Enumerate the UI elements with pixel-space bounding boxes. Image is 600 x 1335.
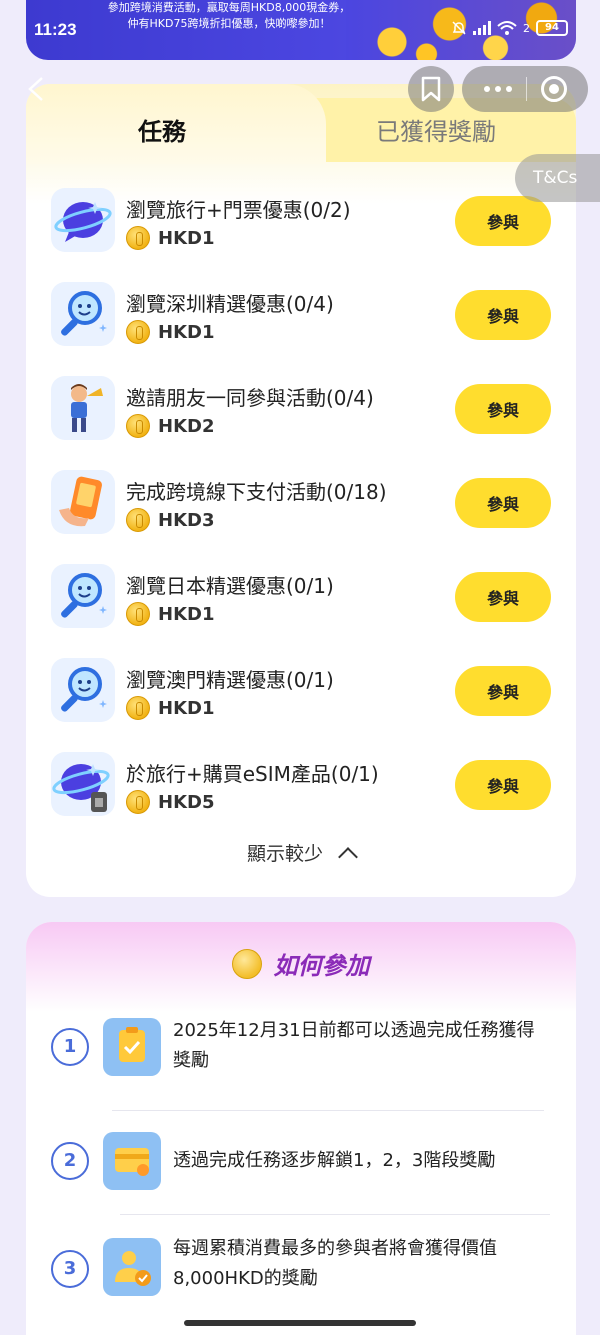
- clipboard-check-icon: [103, 1018, 161, 1076]
- how-to-title-row: 如何參加: [26, 946, 576, 981]
- magnifier-icon: [51, 564, 115, 628]
- join-button[interactable]: 參與: [455, 572, 551, 622]
- task-title: 邀請朋友一同參與活動(0/4): [126, 386, 374, 410]
- task-title: 於旅行+購買eSIM產品(0/1): [126, 762, 379, 786]
- status-bar: 11:23 2 94: [0, 0, 600, 60]
- how-to-join-card: 如何參加 1 2025年12月31日前都可以透過完成任務獲得獎勵 2 透過完成任…: [26, 922, 576, 1335]
- how-to-title: 如何參加: [273, 952, 370, 980]
- reward-amount: HKD5: [158, 791, 215, 813]
- task-item: 瀏覽深圳精選優惠(0/4) HKD1 參與: [26, 278, 576, 372]
- more-icon[interactable]: [483, 86, 512, 92]
- task-item: 瀏覽日本精選優惠(0/1) HKD1 參與: [26, 560, 576, 654]
- join-button[interactable]: 參與: [455, 290, 551, 340]
- network-label: 2: [523, 21, 530, 35]
- task-title: 瀏覽旅行+門票優惠(0/2): [126, 198, 351, 222]
- join-button[interactable]: 參與: [455, 384, 551, 434]
- task-reward: HKD3: [126, 508, 214, 532]
- coin-icon: [126, 414, 150, 438]
- home-indicator[interactable]: [184, 1320, 416, 1326]
- reward-amount: HKD1: [158, 227, 215, 249]
- show-less-label: 顯示較少: [246, 843, 323, 865]
- task-reward: HKD1: [126, 696, 214, 720]
- reward-amount: HKD2: [158, 415, 215, 437]
- reward-amount: HKD1: [158, 321, 215, 343]
- task-item: 邀請朋友一同參與活動(0/4) HKD2 參與: [26, 372, 576, 466]
- task-reward: HKD2: [126, 414, 214, 438]
- step-number: 3: [51, 1250, 89, 1288]
- step-divider: [112, 1110, 544, 1111]
- reward-amount: HKD1: [158, 697, 215, 719]
- tcs-button[interactable]: T&Cs: [515, 154, 600, 202]
- close-miniapp-icon[interactable]: [540, 76, 567, 102]
- step-number: 2: [51, 1142, 89, 1180]
- reward-amount: HKD1: [158, 603, 215, 625]
- task-title: 完成跨境線下支付活動(0/18): [126, 480, 387, 504]
- miniapp-capsule: [462, 66, 588, 112]
- chevron-up-icon: [338, 847, 358, 867]
- task-item: 於旅行+購買eSIM產品(0/1) HKD5 參與: [26, 748, 576, 842]
- coin-icon: [126, 790, 150, 814]
- trumpet-character-icon: [51, 376, 115, 440]
- coin-icon: [126, 508, 150, 532]
- user-badge-icon: [103, 1238, 161, 1296]
- join-button[interactable]: 參與: [455, 478, 551, 528]
- step-text: 每週累積消費最多的參與者將會獲得價值8,000HKD的獎勵: [173, 1238, 497, 1289]
- phone-hand-icon: [51, 470, 115, 534]
- task-item: 瀏覽旅行+門票優惠(0/2) HKD1 參與: [26, 184, 576, 278]
- tasks-card: 任務 已獲得獎勵 瀏覽旅行+門票優惠(0/2) HKD1 參與 瀏覽深圳精選優惠…: [26, 84, 576, 897]
- task-item: 瀏覽澳門精選優惠(0/1) HKD1 參與: [26, 654, 576, 748]
- bookmark-button[interactable]: [408, 66, 454, 112]
- status-icons: 2 94: [451, 20, 568, 36]
- magnifier-icon: [51, 658, 115, 722]
- battery-icon: 94: [536, 20, 568, 36]
- task-reward: HKD1: [126, 226, 214, 250]
- bell-off-icon: [452, 21, 466, 35]
- join-button[interactable]: 參與: [455, 760, 551, 810]
- coin-icon: [232, 948, 263, 979]
- planet-sim-icon: [51, 752, 115, 816]
- tab-earned-rewards-label[interactable]: 已獲得獎勵: [376, 112, 496, 147]
- step-text: 2025年12月31日前都可以透過完成任務獲得獎勵: [173, 1020, 535, 1071]
- coin-icon: [126, 696, 150, 720]
- magnifier-icon: [51, 282, 115, 346]
- coin-icon: [126, 226, 150, 250]
- card-icon: [103, 1132, 161, 1190]
- tab-tasks-label[interactable]: 任務: [138, 112, 186, 147]
- task-list: 瀏覽旅行+門票優惠(0/2) HKD1 參與 瀏覽深圳精選優惠(0/4) HKD…: [26, 184, 576, 842]
- signal-icon: [473, 21, 491, 35]
- task-title: 瀏覽日本精選優惠(0/1): [126, 574, 334, 598]
- bookmark-icon: [421, 76, 441, 102]
- back-arrow-icon[interactable]: [24, 74, 48, 104]
- task-title: 瀏覽深圳精選優惠(0/4): [126, 292, 334, 316]
- status-time: 11:23: [34, 20, 77, 39]
- step-number: 1: [51, 1028, 89, 1066]
- capsule-divider: [525, 77, 527, 101]
- task-reward: HKD1: [126, 602, 214, 626]
- coin-icon: [126, 602, 150, 626]
- join-button[interactable]: 參與: [455, 196, 551, 246]
- planet-chat-icon: [51, 188, 115, 252]
- task-title: 瀏覽澳門精選優惠(0/1): [126, 668, 334, 692]
- show-less-toggle[interactable]: 顯示較少: [26, 839, 576, 867]
- task-item: 完成跨境線下支付活動(0/18) HKD3 參與: [26, 466, 576, 560]
- step-divider: [120, 1214, 550, 1215]
- wifi-icon: [497, 21, 517, 35]
- reward-amount: HKD3: [158, 509, 215, 531]
- coin-icon: [126, 320, 150, 344]
- task-reward: HKD1: [126, 320, 214, 344]
- task-reward: HKD5: [126, 790, 214, 814]
- step-text: 透過完成任務逐步解鎖1，2，3階段獎勵: [173, 1150, 496, 1171]
- join-button[interactable]: 參與: [455, 666, 551, 716]
